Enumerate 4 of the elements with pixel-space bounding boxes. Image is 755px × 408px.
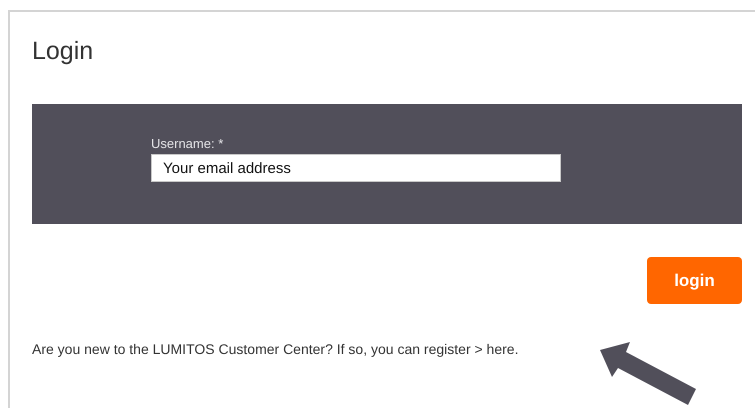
- register-note: Are you new to the LUMITOS Customer Center? If so, you can register > here.: [32, 341, 520, 357]
- page-title: Login: [32, 36, 94, 66]
- username-field[interactable]: Your email address: [151, 154, 561, 182]
- username-label: Username: *: [151, 136, 224, 152]
